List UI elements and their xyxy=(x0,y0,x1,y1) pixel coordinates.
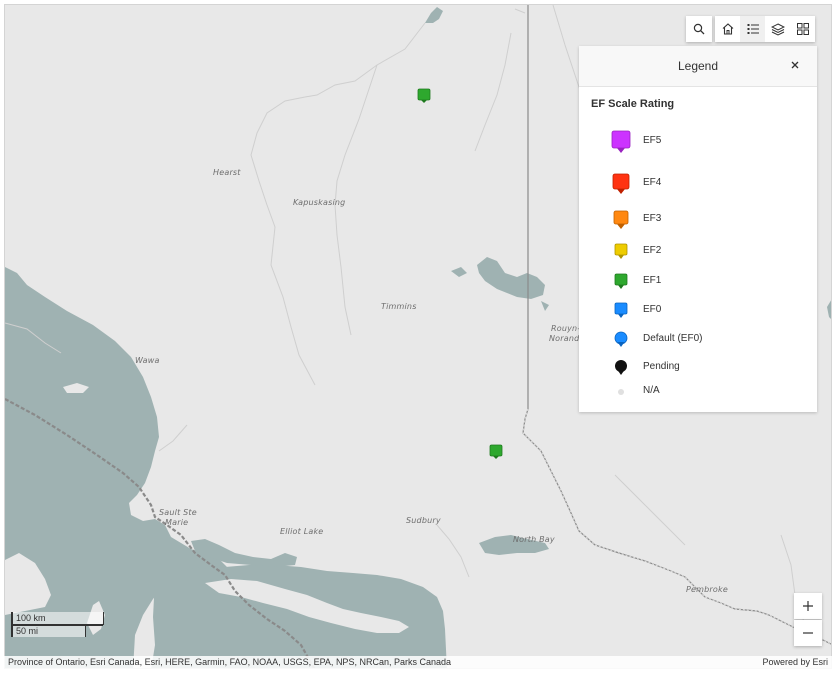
pin-icon xyxy=(609,299,633,323)
place-label: Hearst xyxy=(213,168,241,177)
legend-item-label: EF5 xyxy=(643,135,662,146)
tornado-marker-ef1[interactable] xyxy=(489,444,505,462)
layers-icon xyxy=(770,23,785,36)
pin-icon xyxy=(609,208,633,232)
scale-imperial: 50 mi xyxy=(16,626,39,636)
lake-small-2 xyxy=(541,301,549,311)
place-label: Sault Ste xyxy=(159,508,197,517)
legend-header: Legend xyxy=(579,46,817,87)
plus-icon xyxy=(803,601,813,611)
search-button[interactable] xyxy=(686,16,712,42)
pin-icon xyxy=(609,240,633,264)
legend-title: Legend xyxy=(677,59,719,73)
map-toolbar xyxy=(715,16,815,42)
legend-item-label: EF1 xyxy=(643,275,662,286)
powered-by-esri[interactable]: Powered by Esri xyxy=(762,657,828,667)
attribution-text[interactable]: Province of Ontario, Esri Canada, Esri, … xyxy=(8,657,451,667)
place-label: Elliot Lake xyxy=(280,527,324,536)
search-icon xyxy=(693,23,705,35)
place-label: Sudbury xyxy=(406,516,441,525)
east-lake xyxy=(827,300,831,319)
scale-metric: 100 km xyxy=(16,613,46,623)
pin-icon xyxy=(609,130,633,154)
legend-item-label: Default (EF0) xyxy=(643,333,703,344)
lake-small-1 xyxy=(451,267,467,277)
scale-bar: 100 km 50 mi xyxy=(11,612,107,640)
legend-item-label: EF2 xyxy=(643,245,662,256)
dot-icon xyxy=(609,380,633,404)
place-label: Marie xyxy=(165,518,189,527)
minus-icon xyxy=(803,632,813,634)
legend-panel: Legend EF Scale Rating EF5 EF4 EF3 EF2 E… xyxy=(579,46,817,412)
legend-list-icon xyxy=(747,24,759,34)
place-label: Pembroke xyxy=(686,585,728,594)
legend-item-label: Pending xyxy=(643,361,680,372)
home-icon xyxy=(722,23,733,35)
legend-layer-title: EF Scale Rating xyxy=(591,98,675,110)
zoom-out-button[interactable] xyxy=(794,620,822,646)
legend-item-label: EF0 xyxy=(643,304,662,315)
basemap-gallery-icon xyxy=(796,23,809,35)
place-label: North Bay xyxy=(513,535,555,544)
layers-button[interactable] xyxy=(765,16,790,42)
pin-icon xyxy=(609,172,633,196)
pin-icon xyxy=(609,270,633,294)
legend-item-label: EF4 xyxy=(643,177,662,188)
tornado-marker-ef1[interactable] xyxy=(417,88,433,106)
place-label: Wawa xyxy=(135,356,160,365)
legend-close-button[interactable] xyxy=(787,57,803,73)
lake-abitibi xyxy=(477,257,545,299)
legend-toggle-button[interactable] xyxy=(740,16,765,42)
place-label: Timmins xyxy=(381,302,417,311)
basemap-gallery-button[interactable] xyxy=(790,16,815,42)
lake-huron xyxy=(151,565,447,668)
round-pin-icon xyxy=(609,328,633,352)
round-pin-icon xyxy=(609,356,633,380)
close-icon xyxy=(791,61,799,69)
legend-item-label: EF3 xyxy=(643,213,662,224)
place-label: Rouyn- xyxy=(551,324,581,333)
north-inlet xyxy=(425,7,443,23)
place-label: Kapuskasing xyxy=(293,198,346,207)
legend-item-label: N/A xyxy=(643,385,660,396)
zoom-in-button[interactable] xyxy=(794,593,822,619)
attribution-bar: Province of Ontario, Esri Canada, Esri, … xyxy=(4,656,832,669)
home-button[interactable] xyxy=(715,16,740,42)
